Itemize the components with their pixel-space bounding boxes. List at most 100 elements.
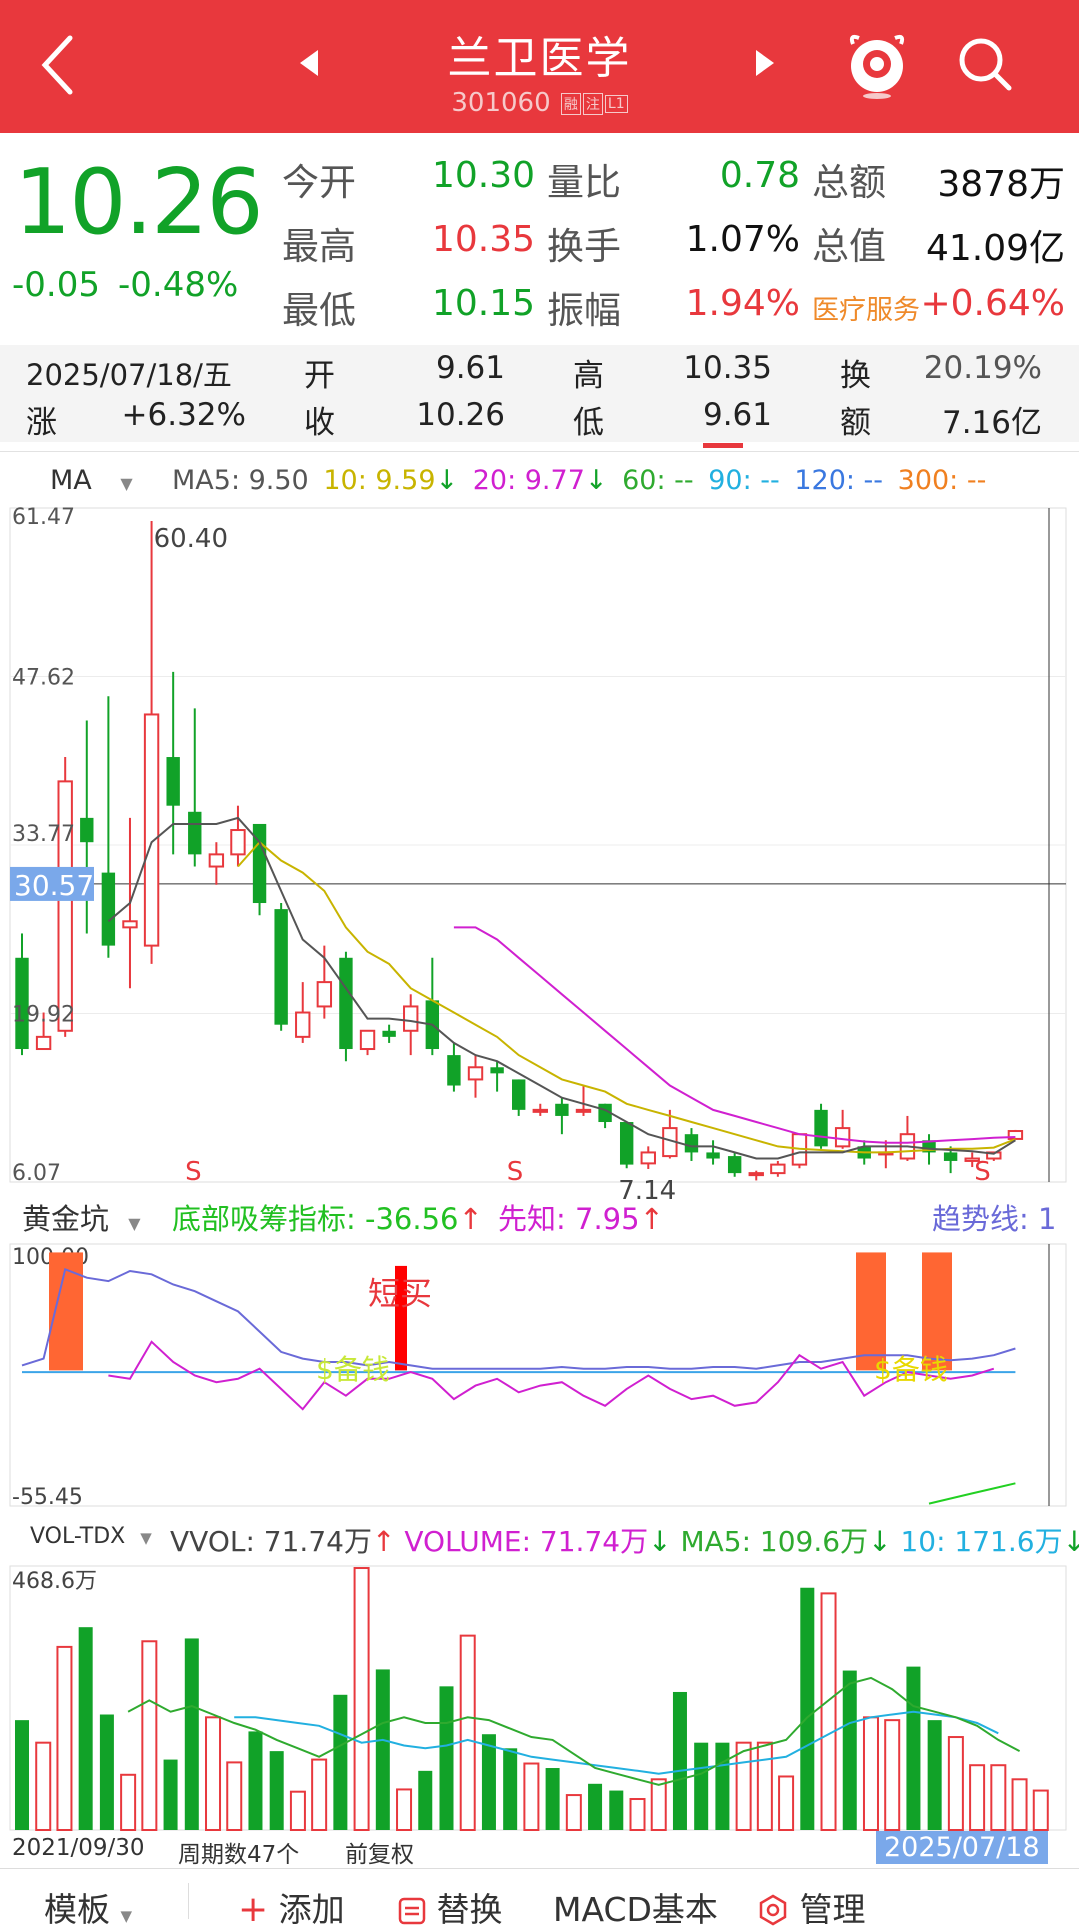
- add-label: 添加: [278, 1890, 345, 1929]
- candle-body: [208, 853, 225, 868]
- volume-bar: [163, 1759, 178, 1830]
- next-stock-button[interactable]: [752, 48, 778, 82]
- info-rise-label: 涨: [26, 405, 57, 441]
- search-icon: [959, 38, 1012, 91]
- candle-body: [80, 817, 94, 843]
- candle-body: [143, 713, 160, 947]
- candle-body: [1007, 1130, 1024, 1140]
- candle-body: [662, 1127, 678, 1158]
- price-change-pct: -0.48%: [118, 265, 239, 305]
- stock-name: 兰卫医学: [447, 33, 632, 84]
- adjust-mode[interactable]: 前复权: [345, 1835, 414, 1869]
- arrow-up-icon: ↑: [639, 1202, 664, 1236]
- volume-bar: [289, 1790, 306, 1832]
- volume-bar: [990, 1764, 1007, 1832]
- arrow-down-icon: ↓: [648, 1525, 672, 1558]
- label-low: 最低: [282, 289, 356, 332]
- xianzhi-line: [108, 1340, 995, 1411]
- volume-value: VOLUME: 71.74万: [404, 1525, 649, 1558]
- volume-bar: [1032, 1789, 1049, 1831]
- candle-body: [425, 1000, 440, 1050]
- volume-bar: [141, 1640, 158, 1831]
- trend-line-value[interactable]: 趋势线: 1: [932, 1196, 1056, 1238]
- info-turnover: 20.19%: [923, 350, 1042, 386]
- manage-button[interactable]: 管理: [757, 1883, 866, 1931]
- manage-label: 管理: [799, 1890, 866, 1929]
- arrow-up-icon: ↑: [458, 1202, 483, 1236]
- volume-bar: [459, 1634, 476, 1831]
- price-axis-top: 61.47: [12, 505, 75, 530]
- candle-body: [964, 1157, 980, 1162]
- dropdown-icon: ▼: [120, 474, 133, 493]
- info-open-label: 开: [304, 358, 335, 394]
- info-low: 9.61: [702, 397, 772, 433]
- indicator-selector[interactable]: 黄金坑 ▼: [22, 1196, 141, 1238]
- info-date: 2025/07/18/五: [26, 358, 232, 392]
- volume-bar: [609, 1790, 624, 1830]
- candle-body: [706, 1152, 720, 1159]
- volume-bar: [756, 1741, 773, 1831]
- volume-bar: [694, 1742, 709, 1830]
- candle-body: [252, 823, 267, 904]
- volume-bar: [735, 1741, 752, 1831]
- header-bar: 兰卫医学 301060 融注 L1: [0, 0, 1079, 133]
- price-axis-label: 33.77: [12, 822, 75, 847]
- volume-bar: [820, 1592, 837, 1831]
- label-amount: 总额: [812, 161, 886, 204]
- candle-body: [295, 1011, 311, 1038]
- candle-body: [274, 909, 288, 1025]
- value-low: 10.15: [431, 283, 535, 324]
- label-volume-ratio: 量比: [547, 161, 621, 204]
- ma5-line: [107, 816, 1016, 1160]
- max-price-label: 60.40: [154, 524, 228, 554]
- last-price: 10.26: [14, 150, 264, 255]
- volume-axis-top: 468.6万: [12, 1569, 97, 1594]
- assistant-button[interactable]: [845, 28, 909, 104]
- bottom-toolbar: 模板 ▼ + 添加 替换 MACD基本 管理: [0, 1868, 1079, 1931]
- vvol-value: VVOL: 71.74万: [170, 1525, 372, 1558]
- margin-tag: 融: [560, 92, 581, 115]
- candle-body: [166, 757, 180, 806]
- volume-bar: [842, 1670, 857, 1830]
- info-close-label: 收: [304, 405, 335, 441]
- replace-button[interactable]: 替换: [398, 1883, 503, 1931]
- candle-body: [684, 1134, 699, 1153]
- label-high: 最高: [282, 225, 356, 268]
- volume-bar: [481, 1734, 496, 1830]
- add-button[interactable]: + 添加: [238, 1883, 345, 1931]
- candle-body: [467, 1066, 484, 1081]
- candle-body: [403, 1005, 419, 1032]
- ma-selector[interactable]: MA ▼: [50, 465, 133, 496]
- crosshair-price-badge: [10, 866, 94, 901]
- volume-bar: [545, 1768, 560, 1830]
- candle-body: [899, 1133, 916, 1160]
- candle-body: [640, 1151, 656, 1165]
- template-button[interactable]: 模板 ▼: [44, 1883, 132, 1931]
- macd-button[interactable]: MACD基本: [553, 1883, 718, 1931]
- start-date: 2021/09/30: [12, 1835, 145, 1861]
- candle-body: [122, 920, 138, 929]
- info-turnover-label: 换: [840, 358, 871, 394]
- volume-bar: [311, 1758, 328, 1832]
- volume-selector[interactable]: VOL-TDX ▼: [30, 1524, 152, 1549]
- candle-body: [748, 1172, 764, 1177]
- volume-values: VVOL: 71.74万↑ VOLUME: 71.74万↓ MA5: 109.6…: [170, 1520, 1079, 1560]
- signal-block: [922, 1252, 952, 1371]
- price-axis-bottom: 6.07: [12, 1161, 61, 1186]
- label-market-cap: 总值: [812, 225, 886, 268]
- candle-body: [532, 1108, 548, 1113]
- sector-link[interactable]: 医疗服务: [812, 288, 920, 327]
- value-turnover: 1.07%: [685, 219, 800, 260]
- candle-body: [316, 981, 333, 1008]
- end-date-badge: 2025/07/18: [876, 1831, 1048, 1864]
- value-amount: 3878万: [937, 164, 1065, 205]
- candle-body: [598, 1103, 612, 1123]
- vol-ma5-value: MA5: 109.6万: [680, 1525, 869, 1558]
- price-change: -0.05: [12, 265, 100, 305]
- candle-body: [35, 1035, 52, 1051]
- indicator-values: 底部吸筹指标: -36.56↑ 先知: 7.95↑: [172, 1196, 664, 1238]
- label-open: 今开: [282, 161, 356, 204]
- search-button[interactable]: [955, 34, 1015, 98]
- arrow-down-icon: ↓: [868, 1525, 892, 1558]
- info-amount-label: 额: [840, 405, 871, 441]
